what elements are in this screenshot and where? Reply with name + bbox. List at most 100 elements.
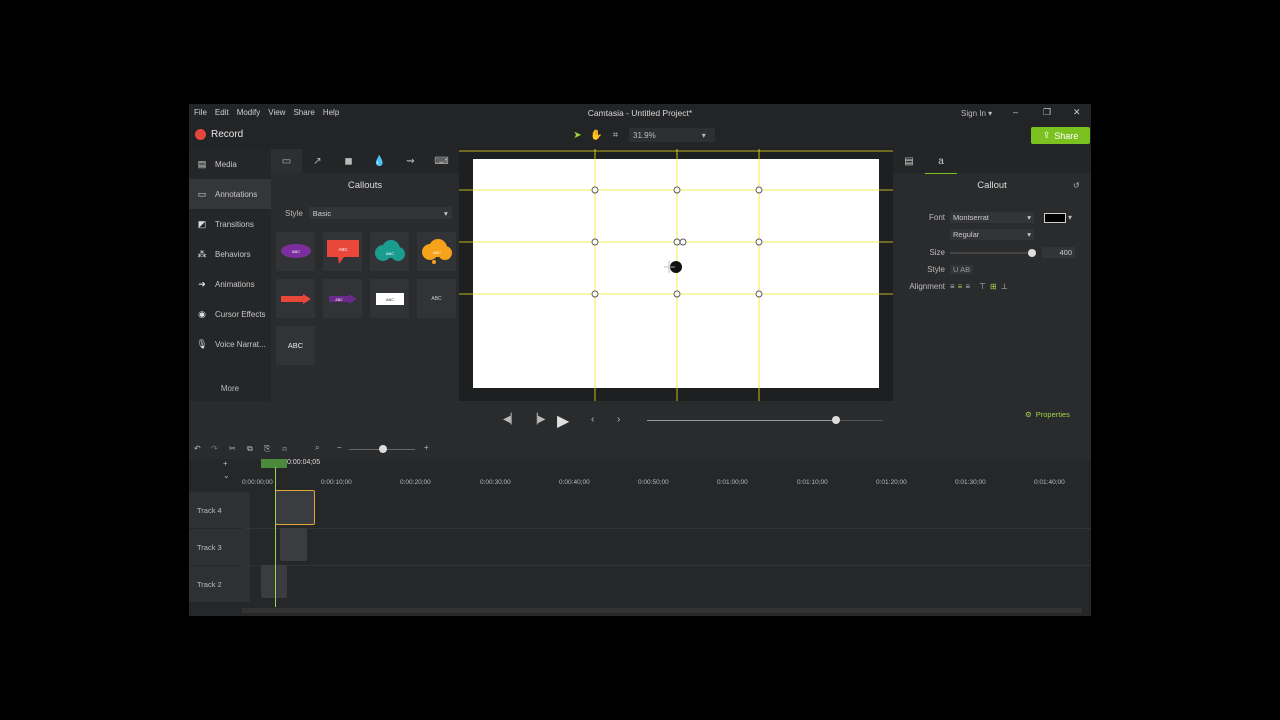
cloud-teal-icon: ABC <box>374 239 405 261</box>
size-slider-thumb[interactable] <box>1027 248 1036 257</box>
sidebar-item-behaviors[interactable]: ⁂ Behaviors <box>189 239 271 269</box>
properties-panel: ▤ a Callout ↺ Font Montserrat ▾ ▾ Regular… <box>893 149 1091 401</box>
gear-icon: ⚙ <box>1025 410 1032 419</box>
sketch-tab-icon[interactable]: ⇝ <box>395 149 426 173</box>
cut-icon[interactable]: ✂ <box>229 444 236 453</box>
svg-text:ABC: ABC <box>385 297 393 302</box>
ruler-tick: 0:00:40;00 <box>559 479 590 486</box>
ruler-tick: 0:00:30;00 <box>480 479 511 486</box>
align-center-icon[interactable]: ≡ <box>958 282 966 291</box>
sidebar-item-label: Animations <box>215 279 255 289</box>
ruler-tick: 0:00:00;00 <box>242 479 273 486</box>
pointer-icon[interactable]: ➤ <box>571 129 584 142</box>
share-button[interactable]: ⇪ Share <box>1031 127 1090 144</box>
callout-clip-track4[interactable] <box>275 490 315 525</box>
size-input[interactable]: 400 <box>1042 247 1075 258</box>
sidebar-item-voice-narration[interactable]: 🎙 Voice Narrat... <box>189 329 271 359</box>
zoom-select[interactable]: 31.9% ▾ <box>629 128 715 142</box>
arrow-tab-icon[interactable]: ↗ <box>302 149 333 173</box>
step-back-icon[interactable]: ◀▏ <box>503 414 518 425</box>
paste-icon[interactable]: ⎘ <box>264 444 270 454</box>
undo-icon[interactable]: ↶ <box>194 444 201 453</box>
playhead-handle[interactable] <box>261 459 287 468</box>
svg-text:ABC: ABC <box>291 249 299 254</box>
ruler-tick: 0:00:20;00 <box>400 479 431 486</box>
crop-icon[interactable]: ⌗ <box>609 129 622 142</box>
sign-in-button[interactable]: Sign In ▾ <box>961 109 992 118</box>
font-select[interactable]: Montserrat ▾ <box>950 212 1034 223</box>
shape-tab-icon[interactable]: ◼ <box>333 149 364 173</box>
play-icon[interactable]: ▶ <box>557 411 569 431</box>
style-row: Style U AB <box>893 265 974 274</box>
callout-bubble-red[interactable]: ABC <box>323 232 362 271</box>
style-select[interactable]: Basic ▾ <box>308 207 452 219</box>
sidebar-item-animations[interactable]: ➜ Animations <box>189 269 271 299</box>
callout-arrow-purple[interactable]: ABC <box>323 279 362 318</box>
selection-handles[interactable] <box>459 149 893 401</box>
timeline-zoom-thumb[interactable] <box>379 445 387 453</box>
horizontal-scrollbar[interactable] <box>242 608 1082 613</box>
time-ruler[interactable]: 0:00:00;00 0:00:10;00 0:00:20;00 0:00:30… <box>242 479 1091 491</box>
redo-icon[interactable]: ↷ <box>211 444 218 453</box>
font-color-swatch[interactable] <box>1044 212 1066 223</box>
sidebar-item-label: Cursor Effects <box>215 309 266 319</box>
record-button[interactable]: Record <box>195 129 243 140</box>
callout-cloud-orange[interactable]: ABC <box>417 232 456 271</box>
callout-tab-icon[interactable]: ▭ <box>271 149 302 173</box>
align-bottom-icon[interactable]: ⊥ <box>1001 282 1008 291</box>
close-button[interactable]: ✕ <box>1073 107 1081 118</box>
align-middle-icon[interactable]: ⊞ <box>990 282 997 291</box>
timeline-zoom-slider[interactable] <box>349 445 415 453</box>
previous-marker-icon[interactable]: ‹ <box>591 414 594 425</box>
zoom-icon[interactable]: ⌕ <box>315 443 319 453</box>
transition-icon: ◩ <box>197 218 207 229</box>
text-style-buttons[interactable]: U AB <box>950 265 974 274</box>
weight-select[interactable]: Regular ▾ <box>950 229 1034 240</box>
size-slider[interactable] <box>950 248 1036 257</box>
maximize-button[interactable]: ❐ <box>1043 107 1051 118</box>
sidebar-item-transitions[interactable]: ◩ Transitions <box>189 209 271 239</box>
add-track-icon[interactable]: + <box>223 459 228 468</box>
callout-arrow-red[interactable] <box>276 279 315 318</box>
copy-icon[interactable]: ⧉ <box>247 444 253 454</box>
callout-white-box[interactable]: ABC <box>370 279 409 318</box>
align-left-icon[interactable]: ≡ <box>950 282 958 291</box>
align-right-icon[interactable]: ≡ <box>965 282 973 291</box>
scrub-slider[interactable] <box>647 416 883 424</box>
chevron-down-icon[interactable]: ⌄ <box>223 471 230 480</box>
callout-text-small[interactable]: ABC <box>417 279 456 318</box>
speech-square-icon: ABC <box>326 239 359 264</box>
sidebar-item-cursor-effects[interactable]: ◉ Cursor Effects <box>189 299 271 329</box>
sidebar-item-label: Behaviors <box>215 249 251 259</box>
properties-button[interactable]: ⚙ Properties <box>1025 410 1070 419</box>
track-header-2[interactable]: Track 2 <box>189 566 250 602</box>
sidebar-item-media[interactable]: ▤ Media <box>189 149 271 179</box>
zoom-in-icon[interactable]: + <box>424 443 429 452</box>
visual-properties-icon[interactable]: ▤ <box>893 149 925 173</box>
zoom-out-icon[interactable]: − <box>337 443 342 452</box>
track-header-3[interactable]: Track 3 <box>189 529 250 565</box>
clip-track3[interactable] <box>280 528 307 561</box>
properties-title: Callout <box>977 180 1007 191</box>
split-icon[interactable]: ⧈ <box>282 444 287 454</box>
callout-cloud-teal[interactable]: ABC <box>370 232 409 271</box>
hand-icon[interactable]: ✋ <box>590 129 603 142</box>
text-properties-icon[interactable]: a <box>925 149 957 174</box>
align-top-icon[interactable]: ⊤ <box>979 282 986 291</box>
scrub-thumb[interactable] <box>831 416 840 424</box>
callout-bubble-purple[interactable]: ABC <box>276 232 315 271</box>
next-marker-icon[interactable]: › <box>617 414 620 425</box>
reset-icon[interactable]: ↺ <box>1073 181 1080 190</box>
callout-text-large[interactable]: ABC <box>276 326 315 365</box>
blur-tab-icon[interactable]: 💧 <box>364 149 395 173</box>
keystroke-tab-icon[interactable]: ⌨ <box>426 149 457 173</box>
minimize-button[interactable]: – <box>1013 107 1018 117</box>
clip-track2[interactable] <box>261 565 287 598</box>
step-forward-icon[interactable]: ▕▶ <box>530 414 545 425</box>
sidebar-item-annotations[interactable]: ▭ Annotations <box>189 179 271 209</box>
size-label: Size <box>929 248 945 257</box>
track-header-4[interactable]: Track 4 <box>189 492 250 528</box>
chevron-down-icon[interactable]: ▾ <box>1068 213 1072 222</box>
svg-text:ABC: ABC <box>335 298 343 302</box>
more-button[interactable]: More <box>189 384 271 393</box>
